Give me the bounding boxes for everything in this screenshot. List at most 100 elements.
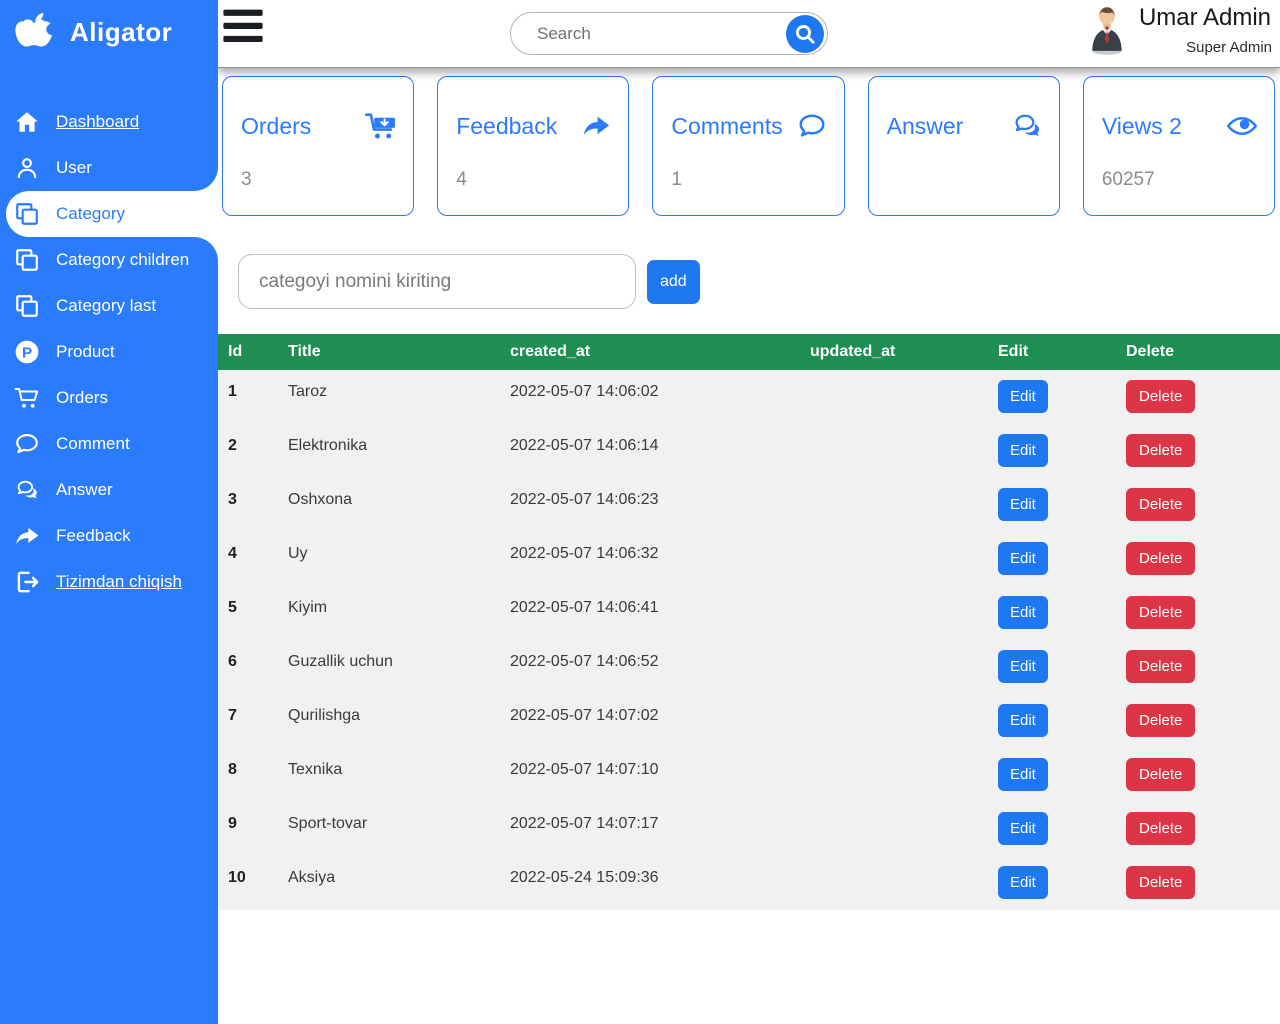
cell-edit: Edit (998, 532, 1126, 586)
logout-icon (14, 569, 40, 595)
cell-created-at: 2022-05-07 14:07:10 (510, 748, 810, 802)
cell-delete: Delete (1126, 802, 1280, 856)
cell-created-at: 2022-05-07 14:06:14 (510, 424, 810, 478)
table-row: 10Aksiya2022-05-24 15:09:36EditDelete (218, 856, 1280, 910)
delete-button[interactable]: Delete (1126, 488, 1195, 521)
cell-title: Sport-tovar (288, 802, 510, 856)
sidebar-item-feedback[interactable]: Feedback (0, 513, 218, 559)
cell-updated-at (810, 802, 998, 856)
edit-button[interactable]: Edit (998, 542, 1048, 575)
delete-button[interactable]: Delete (1126, 812, 1195, 845)
sidebar-item-label: Dashboard (56, 112, 139, 132)
sidebar-item-product[interactable]: PProduct (0, 329, 218, 375)
stat-card-value: 1 (671, 169, 682, 191)
edit-button[interactable]: Edit (998, 488, 1048, 521)
edit-button[interactable]: Edit (998, 434, 1048, 467)
cell-title: Uy (288, 532, 510, 586)
stat-card-title: Orders (241, 113, 311, 140)
stat-card-views-2[interactable]: Views 2 60257 (1083, 76, 1275, 216)
copy-icon (14, 201, 40, 227)
cell-id: 5 (218, 586, 288, 640)
comment-icon (796, 111, 828, 141)
delete-button[interactable]: Delete (1126, 596, 1195, 629)
cell-id: 4 (218, 532, 288, 586)
avatar (1084, 4, 1130, 56)
header-created-at: created_at (510, 334, 810, 370)
edit-button[interactable]: Edit (998, 704, 1048, 737)
delete-button[interactable]: Delete (1126, 542, 1195, 575)
edit-button[interactable]: Edit (998, 758, 1048, 791)
cell-title: Elektronika (288, 424, 510, 478)
admin-dashboard: Aligator Dashboard UserCategory Category c… (0, 0, 1280, 1024)
cell-updated-at (810, 370, 998, 424)
sidebar-item-label: Category children (56, 250, 189, 270)
delete-button[interactable]: Delete (1126, 380, 1195, 413)
cell-edit: Edit (998, 802, 1126, 856)
sidebar-nav: Dashboard UserCategory Category children Ca… (0, 99, 218, 605)
main-content: Orders3Feedback4Comments1AnswerViews 260… (218, 68, 1280, 1024)
delete-button[interactable]: Delete (1126, 434, 1195, 467)
edit-button[interactable]: Edit (998, 866, 1048, 899)
comment-icon (14, 431, 40, 457)
category-form: add (238, 254, 1280, 309)
sidebar-item-tizimdan-chiqish[interactable]: Tizimdan chiqish (0, 559, 218, 605)
stat-card-feedback[interactable]: Feedback4 (437, 76, 629, 216)
stat-card-comments[interactable]: Comments1 (652, 76, 844, 216)
stat-card-head: Feedback (438, 77, 628, 141)
cell-updated-at (810, 586, 998, 640)
user-text: Umar Admin Super Admin (1130, 0, 1280, 56)
hamburger-menu-button[interactable] (223, 8, 263, 44)
edit-button[interactable]: Edit (998, 812, 1048, 845)
edit-button[interactable]: Edit (998, 380, 1048, 413)
table-row: 8Texnika2022-05-07 14:07:10EditDelete (218, 748, 1280, 802)
cell-delete: Delete (1126, 694, 1280, 748)
sidebar-item-dashboard[interactable]: Dashboard (0, 99, 218, 145)
sidebar-item-category-children[interactable]: Category children (0, 237, 218, 283)
cell-id: 6 (218, 640, 288, 694)
delete-button[interactable]: Delete (1126, 758, 1195, 791)
edit-button[interactable]: Edit (998, 596, 1048, 629)
sidebar-item-user[interactable]: User (0, 145, 218, 191)
cell-edit: Edit (998, 856, 1126, 910)
delete-button[interactable]: Delete (1126, 650, 1195, 683)
sidebar-item-category[interactable]: Category (6, 191, 218, 237)
stat-card-value: 60257 (1102, 169, 1155, 191)
cell-delete: Delete (1126, 640, 1280, 694)
sidebar-item-answer[interactable]: Answer (0, 467, 218, 513)
stat-card-head: Views 2 (1084, 77, 1274, 141)
cell-created-at: 2022-05-07 14:06:41 (510, 586, 810, 640)
stat-card-orders[interactable]: Orders 3 (222, 76, 414, 216)
sidebar-item-category-last[interactable]: Category last (0, 283, 218, 329)
copy-icon (14, 247, 40, 273)
search-input[interactable] (537, 15, 767, 52)
stat-card-title: Answer (887, 113, 964, 140)
stat-cards: Orders 3 Feedback4Comments1 Answer Views 2 60… (218, 68, 1280, 216)
add-category-button[interactable]: add (647, 260, 700, 304)
cell-edit: Edit (998, 694, 1126, 748)
cell-id: 10 (218, 856, 288, 910)
cell-created-at: 2022-05-07 14:07:02 (510, 694, 810, 748)
product-p-icon: P (14, 339, 40, 365)
apple-icon (12, 10, 56, 54)
user-menu[interactable]: Umar Admin Super Admin (1084, 0, 1280, 68)
edit-button[interactable]: Edit (998, 650, 1048, 683)
cell-updated-at (810, 532, 998, 586)
sidebar-item-orders[interactable]: Orders (0, 375, 218, 421)
cell-title: Guzallik uchun (288, 640, 510, 694)
table-row: 3Oshxona2022-05-07 14:06:23EditDelete (218, 478, 1280, 532)
cell-updated-at (810, 748, 998, 802)
svg-text:P: P (22, 344, 32, 361)
stat-card-value: 3 (241, 169, 252, 191)
delete-button[interactable]: Delete (1126, 866, 1195, 899)
stat-card-head: Answer (869, 77, 1059, 141)
category-name-input[interactable] (238, 254, 636, 309)
search-button[interactable] (786, 15, 824, 53)
cell-updated-at (810, 694, 998, 748)
brand-name: Aligator (70, 17, 172, 48)
delete-button[interactable]: Delete (1126, 704, 1195, 737)
sidebar-item-comment[interactable]: Comment (0, 421, 218, 467)
cell-id: 9 (218, 802, 288, 856)
stat-card-answer[interactable]: Answer (868, 76, 1060, 216)
sidebar-item-label: Answer (56, 480, 113, 500)
cell-updated-at (810, 478, 998, 532)
